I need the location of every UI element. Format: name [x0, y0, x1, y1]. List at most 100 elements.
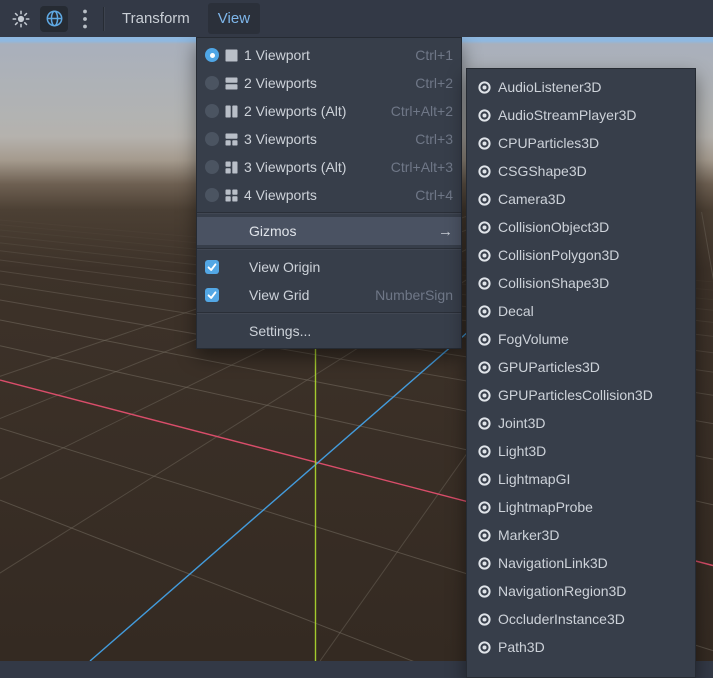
view-options-kebab-button[interactable] [76, 6, 94, 32]
preview-environment-button[interactable] [40, 5, 68, 32]
shortcut-label: Ctrl+Alt+2 [390, 103, 453, 119]
submenu-item-collisionshape3d[interactable]: CollisionShape3D [467, 269, 695, 297]
gizmo-item-label: LightmapGI [498, 471, 571, 487]
submenu-item-navigationregion3d[interactable]: NavigationRegion3D [467, 577, 695, 605]
menu-item-label: View Grid [249, 287, 310, 303]
submenu-item-decal[interactable]: Decal [467, 297, 695, 325]
viewport-toolbar: Transform View [0, 0, 713, 37]
viewport-2v-icon [225, 105, 238, 117]
radio-unselected [205, 132, 219, 146]
menu-item-label: 1 Viewport [244, 47, 310, 63]
radio-unselected [205, 104, 219, 118]
visibility-eye-icon [478, 332, 491, 346]
menu-item-viewport-1[interactable]: 1 Viewport Ctrl+1 [197, 41, 461, 69]
visibility-eye-icon [478, 304, 491, 318]
visibility-eye-icon [478, 248, 491, 262]
submenu-item-audiolistener3d[interactable]: AudioListener3D [467, 73, 695, 101]
viewport-4-icon [225, 189, 238, 201]
submenu-item-gpuparticlescollision3d[interactable]: GPUParticlesCollision3D [467, 381, 695, 409]
gizmo-item-label: CollisionShape3D [498, 275, 610, 291]
menu-item-viewport-2v[interactable]: 2 Viewports (Alt) Ctrl+Alt+2 [197, 97, 461, 125]
checked-checkbox [205, 260, 219, 274]
view-menu-button[interactable]: View [207, 3, 261, 34]
viewport-2h-icon [225, 77, 238, 89]
menu-item-label: 3 Viewports [244, 131, 317, 147]
gizmo-item-label: FogVolume [498, 331, 569, 347]
gizmos-submenu-popup: AudioListener3D AudioStreamPlayer3D CPUPar… [466, 68, 696, 678]
submenu-item-csgshape3d[interactable]: CSGShape3D [467, 157, 695, 185]
menu-item-label: 2 Viewports [244, 75, 317, 91]
gizmo-item-label: CollisionObject3D [498, 219, 610, 235]
radio-unselected [205, 76, 219, 90]
visibility-eye-icon [478, 192, 491, 206]
viewport-1-icon [225, 49, 238, 61]
menu-item-viewport-3[interactable]: 3 Viewports Ctrl+3 [197, 125, 461, 153]
menu-item-view-origin[interactable]: View Origin [197, 253, 461, 281]
menu-item-label: View Origin [249, 259, 321, 275]
menu-item-viewport-4[interactable]: 4 Viewports Ctrl+4 [197, 181, 461, 209]
submenu-item-fogvolume[interactable]: FogVolume [467, 325, 695, 353]
viewport-options-group: 1 Viewport Ctrl+1 2 Viewports Ctrl+2 2 Viewp… [197, 41, 461, 209]
submenu-item-audiostreamplayer3d[interactable]: AudioStreamPlayer3D [467, 101, 695, 129]
submenu-item-collisionpolygon3d[interactable]: CollisionPolygon3D [467, 241, 695, 269]
gizmo-item-label: Camera3D [498, 191, 566, 207]
submenu-item-lightmapgi[interactable]: LightmapGI [467, 465, 695, 493]
kebab-menu-icon [83, 9, 87, 28]
menu-item-viewport-2h[interactable]: 2 Viewports Ctrl+2 [197, 69, 461, 97]
globe-icon [46, 10, 62, 27]
gizmo-item-label: Marker3D [498, 527, 560, 543]
menu-separator [197, 309, 461, 317]
gizmo-item-label: CollisionPolygon3D [498, 247, 620, 263]
visibility-eye-icon [478, 360, 491, 374]
menu-item-viewport-3alt[interactable]: 3 Viewports (Alt) Ctrl+Alt+3 [197, 153, 461, 181]
shortcut-label: Ctrl+Alt+3 [390, 159, 453, 175]
shortcut-label: Ctrl+1 [415, 47, 453, 63]
visibility-eye-icon [478, 136, 491, 150]
submenu-item-collisionobject3d[interactable]: CollisionObject3D [467, 213, 695, 241]
submenu-item-path3d[interactable]: Path3D [467, 633, 695, 661]
submenu-item-marker3d[interactable]: Marker3D [467, 521, 695, 549]
gizmo-item-label: Path3D [498, 639, 545, 655]
menu-item-settings[interactable]: Settings... [197, 317, 461, 345]
submenu-item-gpuparticles3d[interactable]: GPUParticles3D [467, 353, 695, 381]
submenu-item-lightmapprobe[interactable]: LightmapProbe [467, 493, 695, 521]
gizmo-item-label: NavigationRegion3D [498, 583, 627, 599]
submenu-item-joint3d[interactable]: Joint3D [467, 409, 695, 437]
submenu-item-light3d[interactable]: Light3D [467, 437, 695, 465]
preview-sunlight-button[interactable] [8, 6, 34, 32]
gizmo-item-label: NavigationLink3D [498, 555, 608, 571]
checkmark-icon [207, 263, 217, 271]
radio-unselected [205, 188, 219, 202]
menu-separator [197, 245, 461, 253]
transform-menu-button[interactable]: Transform [112, 3, 200, 34]
menu-item-label: 2 Viewports (Alt) [244, 103, 347, 119]
gizmo-item-label: Decal [498, 303, 534, 319]
visibility-eye-icon [478, 416, 491, 430]
menu-item-gizmos[interactable]: Gizmos → [197, 217, 461, 245]
menu-item-view-grid[interactable]: View Grid NumberSign [197, 281, 461, 309]
gizmo-item-label: CPUParticles3D [498, 135, 600, 151]
gizmo-item-label: LightmapProbe [498, 499, 593, 515]
settings-label: Settings... [249, 323, 312, 339]
sun-icon [12, 9, 30, 28]
checkmark-icon [207, 291, 217, 299]
gizmo-item-label: AudioStreamPlayer3D [498, 107, 637, 123]
submenu-item-camera3d[interactable]: Camera3D [467, 185, 695, 213]
visibility-eye-icon [478, 80, 491, 94]
radio-selected [205, 48, 219, 62]
checked-checkbox [205, 288, 219, 302]
shortcut-label: Ctrl+4 [415, 187, 453, 203]
visibility-eye-icon [478, 528, 491, 542]
radio-unselected [205, 160, 219, 174]
viewport-3alt-icon [225, 161, 238, 173]
submenu-item-occluderinstance3d[interactable]: OccluderInstance3D [467, 605, 695, 633]
visibility-eye-icon [478, 584, 491, 598]
submenu-item-navigationlink3d[interactable]: NavigationLink3D [467, 549, 695, 577]
visibility-eye-icon [478, 276, 491, 290]
shortcut-label: Ctrl+3 [415, 131, 453, 147]
submenu-item-cpuparticles3d[interactable]: CPUParticles3D [467, 129, 695, 157]
visibility-eye-icon [478, 556, 491, 570]
shortcut-label: Ctrl+2 [415, 75, 453, 91]
gizmos-label: Gizmos [249, 223, 297, 239]
view-toggles-group: View Origin View Grid NumberSign [197, 253, 461, 309]
